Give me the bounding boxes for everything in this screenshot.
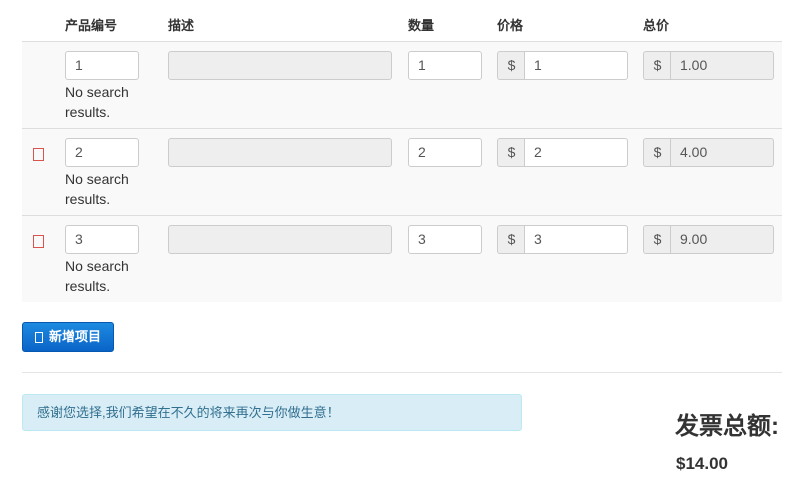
delete-row-icon[interactable] (33, 235, 44, 248)
price-input[interactable]: 3 (524, 225, 628, 254)
quantity-input[interactable]: 1 (408, 51, 482, 80)
search-status-text: No search results. (65, 258, 129, 294)
search-status-text: No search results. (65, 84, 129, 120)
table-header: 产品编号 描述 数量 价格 总价 (22, 0, 782, 42)
delete-row-icon[interactable] (33, 148, 44, 161)
quantity-input[interactable]: 2 (408, 138, 482, 167)
total-currency-addon: $ (643, 138, 671, 167)
invoice-total-value: $14.00 (676, 454, 728, 473)
line-total-field: 4.00 (670, 138, 774, 167)
invoice-items-table: 产品编号 描述 数量 价格 总价 1 1 $ 1 $ 1.00 No searc… (22, 0, 782, 302)
quantity-input[interactable]: 3 (408, 225, 482, 254)
line-total-field: 9.00 (670, 225, 774, 254)
product-code-input[interactable]: 2 (65, 138, 139, 167)
product-code-input[interactable]: 3 (65, 225, 139, 254)
description-input (168, 51, 392, 80)
product-code-input[interactable]: 1 (65, 51, 139, 80)
price-currency-addon: $ (497, 138, 525, 167)
add-item-button[interactable]: 新增项目 (22, 322, 115, 352)
invoice-total-title: 发票总额: (675, 413, 779, 440)
description-input (168, 138, 392, 167)
total-currency-addon: $ (643, 51, 671, 80)
search-status-text: No search results. (65, 171, 129, 207)
header-product-code: 产品编号 (65, 18, 118, 33)
table-row: 1 1 $ 1 $ 1.00 No search results. (22, 42, 782, 129)
header-description: 描述 (168, 18, 195, 33)
header-price: 价格 (497, 18, 524, 33)
plus-icon (35, 331, 43, 343)
table-row: 3 3 $ 3 $ 9.00 No search results. (22, 216, 782, 302)
header-total: 总价 (643, 18, 670, 33)
price-currency-addon: $ (497, 51, 525, 80)
table-row: 2 2 $ 2 $ 4.00 No search results. (22, 129, 782, 216)
divider (22, 372, 782, 373)
header-quantity: 数量 (408, 18, 435, 33)
price-currency-addon: $ (497, 225, 525, 254)
add-item-label: 新增项目 (49, 329, 102, 344)
thank-you-note: 感谢您选择,我们希望在不久的将来再次与你做生意！ (22, 394, 522, 431)
total-currency-addon: $ (643, 225, 671, 254)
price-input[interactable]: 1 (524, 51, 628, 80)
line-total-field: 1.00 (670, 51, 774, 80)
price-input[interactable]: 2 (524, 138, 628, 167)
description-input (168, 225, 392, 254)
